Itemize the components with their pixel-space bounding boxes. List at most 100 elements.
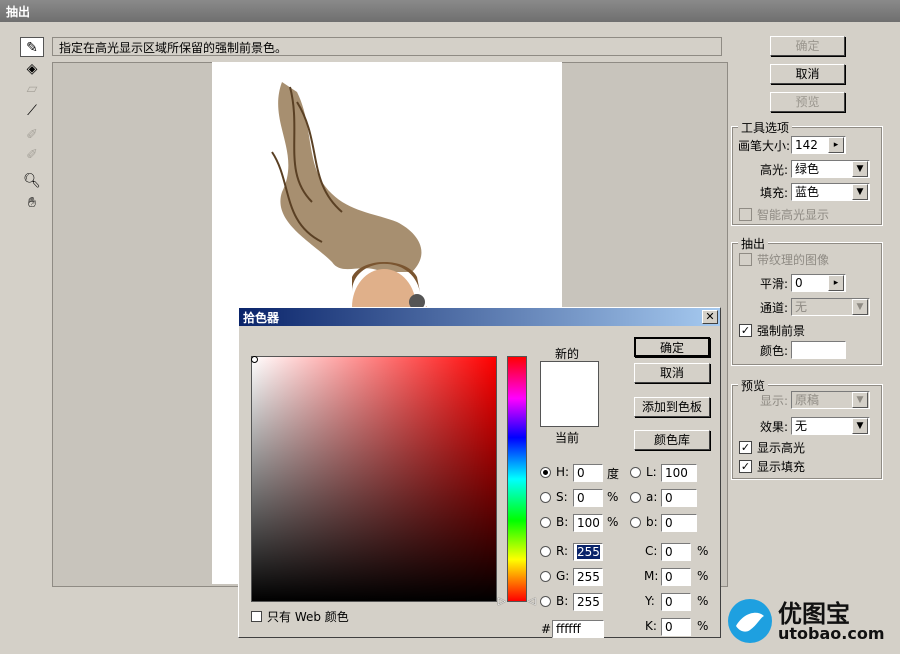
show-highlight-checkbox[interactable]: ✓ <box>739 441 752 454</box>
b-unit: % <box>607 515 619 529</box>
force-foreground-checkbox[interactable]: ✓ <box>739 324 752 337</box>
a-field[interactable]: 0 <box>661 489 697 507</box>
tool-palette: ✎ ◈ ▱ ⟋ ✐ ✐ 🔍︎ ✋︎ <box>18 37 46 637</box>
g-field[interactable]: 255 <box>573 568 603 586</box>
current-color-swatch[interactable] <box>541 394 598 426</box>
new-label: 新的 <box>555 347 580 361</box>
blue-value: 255 <box>577 595 600 609</box>
fill-select[interactable]: 蓝色 ▼ <box>791 183 870 201</box>
hue-slider-left-arrow-icon[interactable]: ▷ <box>498 596 506 607</box>
b-radio[interactable] <box>540 517 551 528</box>
web-colors-label: 只有 Web 颜色 <box>267 610 349 624</box>
textured-image-checkbox[interactable] <box>739 253 752 266</box>
m-unit: % <box>697 569 709 583</box>
hue-slider[interactable] <box>507 356 527 602</box>
hand-tool-icon[interactable]: ✋︎ <box>20 193 44 213</box>
l-value: 100 <box>665 466 688 480</box>
tool-options-title: 工具选项 <box>738 119 793 136</box>
color-field-marker[interactable] <box>251 356 258 363</box>
smooth-value: 0 <box>795 276 803 290</box>
color-preview <box>540 361 599 427</box>
c-field[interactable]: 0 <box>661 543 691 561</box>
lab-b-radio[interactable] <box>630 517 641 528</box>
watermark-url: utobao.com <box>778 624 885 643</box>
channel-label: 通道: <box>760 301 789 315</box>
cancel-button[interactable]: 取消 <box>770 64 845 84</box>
smooth-field[interactable]: 0 ▸ <box>791 274 846 292</box>
brush-size-label: 画笔大小: <box>738 139 791 153</box>
web-colors-checkbox[interactable] <box>251 611 262 622</box>
lab-b-field[interactable]: 0 <box>661 514 697 532</box>
chevron-down-icon[interactable]: ▼ <box>852 299 868 315</box>
a-radio[interactable] <box>630 492 641 503</box>
chevron-down-icon[interactable]: ▼ <box>852 161 868 177</box>
channel-select[interactable]: 无 ▼ <box>791 298 870 316</box>
show-highlight-label: 显示高光 <box>757 441 806 455</box>
k-unit: % <box>697 619 709 633</box>
s-unit: % <box>607 490 619 504</box>
h-label: H: <box>556 465 570 479</box>
eraser-tool-icon[interactable]: ▱ <box>20 79 44 99</box>
s-value: 0 <box>577 491 585 505</box>
edge-touchup-tool-icon[interactable]: ✐ <box>20 145 44 165</box>
cleanup-tool-icon[interactable]: ✐ <box>20 125 44 145</box>
fill-tool-icon[interactable]: ◈ <box>20 59 44 79</box>
picker-ok-button[interactable]: 确定 <box>634 337 710 357</box>
color-field[interactable] <box>251 356 497 602</box>
y-field[interactable]: 0 <box>661 593 691 611</box>
hex-field[interactable]: ffffff <box>552 620 604 638</box>
foreground-color-swatch[interactable] <box>791 341 846 359</box>
blue-radio[interactable] <box>540 596 551 607</box>
edge-highlighter-tool-icon[interactable]: ✎ <box>20 37 44 57</box>
bird-logo-icon <box>728 599 772 643</box>
chevron-down-icon[interactable]: ▼ <box>852 418 868 434</box>
preview-button[interactable]: 预览 <box>770 92 845 112</box>
show-fill-checkbox[interactable]: ✓ <box>739 460 752 473</box>
g-value: 255 <box>577 570 600 584</box>
s-radio[interactable] <box>540 492 551 503</box>
extraction-title: 抽出 <box>738 235 769 252</box>
eyedropper-tool-icon[interactable]: ⟋ <box>20 101 44 121</box>
blue-field[interactable]: 255 <box>573 593 603 611</box>
y-value: 0 <box>665 595 673 609</box>
k-field[interactable]: 0 <box>661 618 691 636</box>
h-radio[interactable] <box>540 467 551 478</box>
c-unit: % <box>697 544 709 558</box>
b-label: B: <box>556 515 569 529</box>
hint-bar: 指定在高光显示区域所保留的强制前景色。 <box>52 37 722 56</box>
brush-size-field[interactable]: 142 ▸ <box>791 136 846 154</box>
m-field[interactable]: 0 <box>661 568 691 586</box>
smart-highlight-checkbox[interactable] <box>739 208 752 221</box>
color-picker-dialog: 拾色器 ✕ ▷ ◁ 新的 当前 确定 取消 添加到色板 颜色库 H: 0 度 S… <box>238 307 721 638</box>
show-select[interactable]: 原稿 ▼ <box>791 391 870 409</box>
l-field[interactable]: 100 <box>661 464 697 482</box>
r-label: R: <box>556 544 569 558</box>
r-field[interactable]: 255 <box>573 543 603 561</box>
h-field[interactable]: 0 <box>573 464 603 482</box>
hue-slider-right-arrow-icon[interactable]: ◁ <box>528 596 536 607</box>
chevron-down-icon[interactable]: ▼ <box>852 184 868 200</box>
g-radio[interactable] <box>540 571 551 582</box>
effect-select[interactable]: 无 ▼ <box>791 417 870 435</box>
add-to-swatches-button[interactable]: 添加到色板 <box>634 397 710 417</box>
s-label: S: <box>556 490 568 504</box>
picker-cancel-button[interactable]: 取消 <box>634 363 710 383</box>
r-value: 255 <box>577 545 600 559</box>
m-label: M: <box>644 569 659 583</box>
brush-size-arrow-icon[interactable]: ▸ <box>828 137 844 153</box>
smooth-arrow-icon[interactable]: ▸ <box>828 275 844 291</box>
a-value: 0 <box>665 491 673 505</box>
chevron-down-icon[interactable]: ▼ <box>852 392 868 408</box>
y-unit: % <box>697 594 709 608</box>
color-libraries-button[interactable]: 颜色库 <box>634 430 710 450</box>
r-radio[interactable] <box>540 546 551 557</box>
highlight-select[interactable]: 绿色 ▼ <box>791 160 870 178</box>
s-field[interactable]: 0 <box>573 489 603 507</box>
force-foreground-label: 强制前景 <box>757 324 806 338</box>
zoom-tool-icon[interactable]: 🔍︎ <box>20 171 44 191</box>
k-label: K: <box>645 619 657 633</box>
ok-button[interactable]: 确定 <box>770 36 845 56</box>
b-field[interactable]: 100 <box>573 514 603 532</box>
close-icon[interactable]: ✕ <box>702 310 718 324</box>
l-radio[interactable] <box>630 467 641 478</box>
